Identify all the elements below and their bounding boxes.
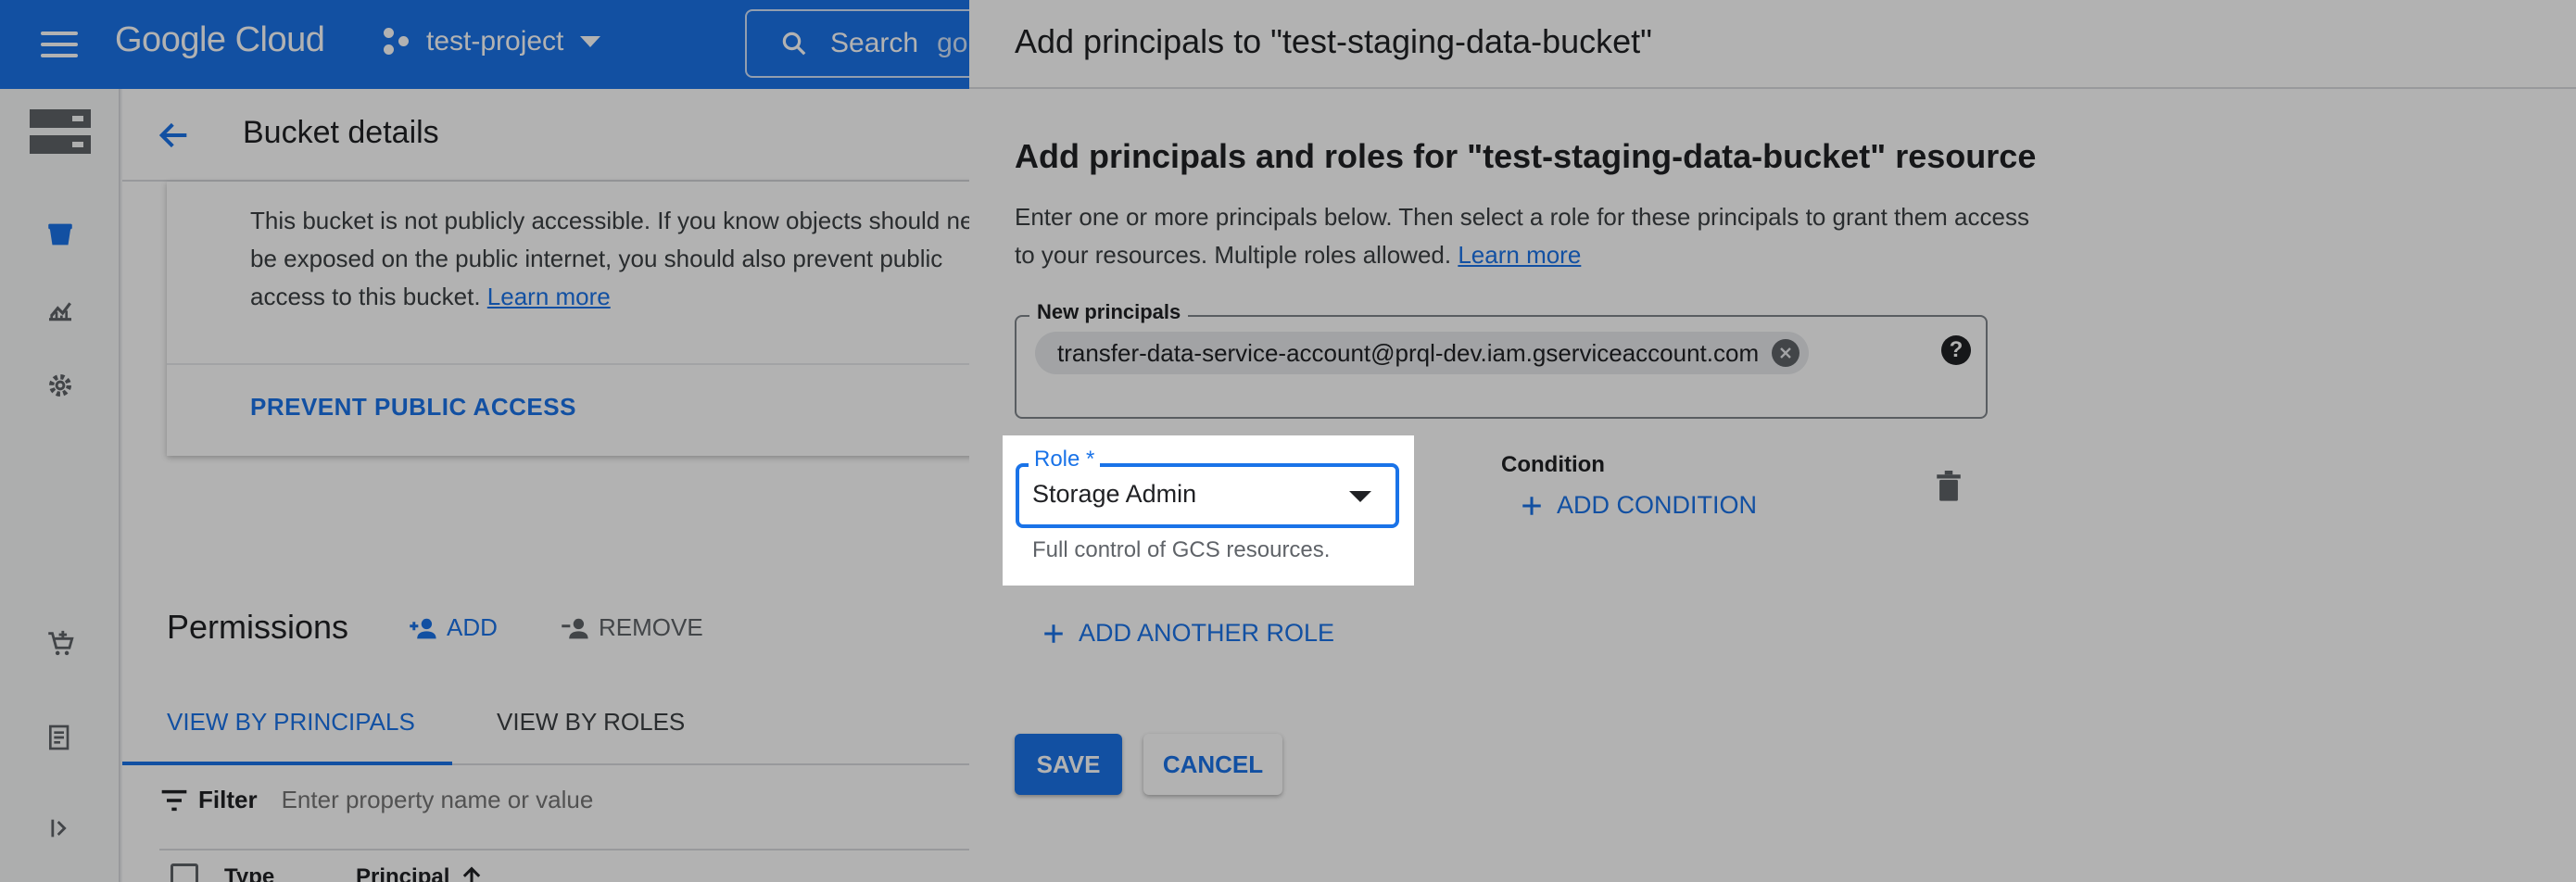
table-header: Type Principal — [159, 849, 1021, 882]
add-condition-button[interactable]: ADD CONDITION — [1520, 491, 1757, 520]
new-principals-label: New principals — [1029, 300, 1189, 324]
public-access-text: This bucket is not publicly accessible. … — [250, 202, 1010, 316]
divider — [167, 363, 1038, 365]
tab-view-by-roles[interactable]: VIEW BY ROLES — [497, 708, 685, 737]
delete-role-icon[interactable] — [1935, 471, 1963, 507]
panel-title: Add principals to "test-staging-data-buc… — [1015, 22, 1652, 60]
filter-input[interactable] — [281, 786, 671, 814]
add-condition-label: ADD CONDITION — [1557, 491, 1757, 519]
back-arrow-icon[interactable] — [156, 117, 193, 158]
search-icon — [782, 32, 806, 56]
section-description: Enter one or more principals below. Then… — [1015, 198, 2034, 274]
filter-bar: Filter — [159, 786, 671, 814]
add-another-role-button[interactable]: ADD ANOTHER ROLE — [1042, 619, 1334, 648]
save-button[interactable]: SAVE — [1015, 734, 1122, 795]
learn-more-link[interactable]: Learn more — [487, 283, 611, 310]
monitoring-chart-icon[interactable] — [0, 295, 120, 324]
project-selector[interactable]: test-project — [382, 26, 601, 57]
google-cloud-logo[interactable]: Google Cloud — [115, 20, 325, 60]
page-header: Bucket details — [122, 89, 1021, 182]
remove-person-icon — [562, 618, 588, 638]
role-description: Full control of GCS resources. — [1032, 537, 1331, 562]
active-tab-indicator — [122, 762, 452, 765]
project-name: test-project — [426, 26, 564, 57]
left-navigation — [0, 89, 120, 882]
marketplace-cart-icon[interactable] — [0, 628, 120, 660]
column-header-type[interactable]: Type — [224, 864, 356, 882]
principal-chip-label: transfer-data-service-account@prql-dev.i… — [1057, 338, 1760, 367]
release-notes-icon[interactable] — [0, 723, 120, 752]
sort-arrow-up-icon[interactable] — [459, 864, 485, 882]
new-principals-field[interactable]: New principals transfer-data-service-acc… — [1015, 300, 1988, 419]
remove-label: REMOVE — [599, 613, 703, 641]
principal-chip: transfer-data-service-account@prql-dev.i… — [1035, 332, 1810, 374]
top-app-bar: Google Cloud test-project Search go — [0, 0, 1079, 89]
search-placeholder: Search — [830, 28, 919, 58]
filter-label: Filter — [198, 786, 258, 813]
remove-permission-button[interactable]: REMOVE — [560, 613, 703, 642]
expand-nav-icon[interactable] — [0, 815, 120, 841]
add-label: ADD — [447, 613, 498, 641]
page-title: Bucket details — [243, 115, 439, 150]
hamburger-menu-icon[interactable] — [37, 26, 82, 63]
dropdown-arrow-icon — [1349, 491, 1371, 502]
search-overflow-text: go — [937, 28, 968, 58]
public-access-card: This bucket is not publicly accessible. … — [167, 182, 1038, 456]
role-select[interactable]: Role * Storage Admin — [1016, 447, 1399, 528]
chevron-down-icon — [580, 36, 601, 47]
plus-icon — [1522, 496, 1541, 515]
role-label: Role * — [1029, 447, 1101, 472]
add-person-icon — [410, 618, 436, 638]
cloud-storage-product-icon[interactable] — [0, 107, 120, 156]
role-selected-value: Storage Admin — [1032, 480, 1197, 508]
bucket-details-content: Bucket details This bucket is not public… — [122, 89, 1038, 882]
project-icon — [382, 26, 413, 57]
cancel-button[interactable]: CANCEL — [1143, 734, 1282, 795]
remove-chip-icon[interactable] — [1772, 339, 1800, 367]
public-access-description: This bucket is not publicly accessible. … — [250, 207, 1007, 310]
filter-icon — [161, 789, 187, 811]
settings-gear-icon[interactable] — [0, 371, 120, 400]
learn-more-link[interactable]: Learn more — [1458, 241, 1581, 269]
column-header-principal[interactable]: Principal — [356, 864, 449, 882]
help-icon[interactable]: ? — [1941, 335, 1971, 365]
panel-header: Add principals to "test-staging-data-buc… — [969, 0, 2576, 89]
tab-view-by-principals[interactable]: VIEW BY PRINCIPALS — [167, 708, 415, 737]
buckets-icon[interactable] — [0, 219, 120, 250]
add-permission-button[interactable]: ADD — [408, 613, 498, 642]
prevent-public-access-button[interactable]: PREVENT PUBLIC ACCESS — [250, 393, 576, 422]
add-another-role-label: ADD ANOTHER ROLE — [1079, 619, 1335, 647]
section-title: Add principals and roles for "test-stagi… — [1015, 137, 2037, 175]
select-all-checkbox[interactable] — [170, 863, 198, 882]
condition-label: Condition — [1501, 452, 1605, 477]
role-highlight: Role * Storage Admin Full control of GCS… — [1003, 435, 1414, 586]
plus-icon — [1044, 624, 1063, 643]
permissions-title: Permissions — [167, 608, 349, 646]
